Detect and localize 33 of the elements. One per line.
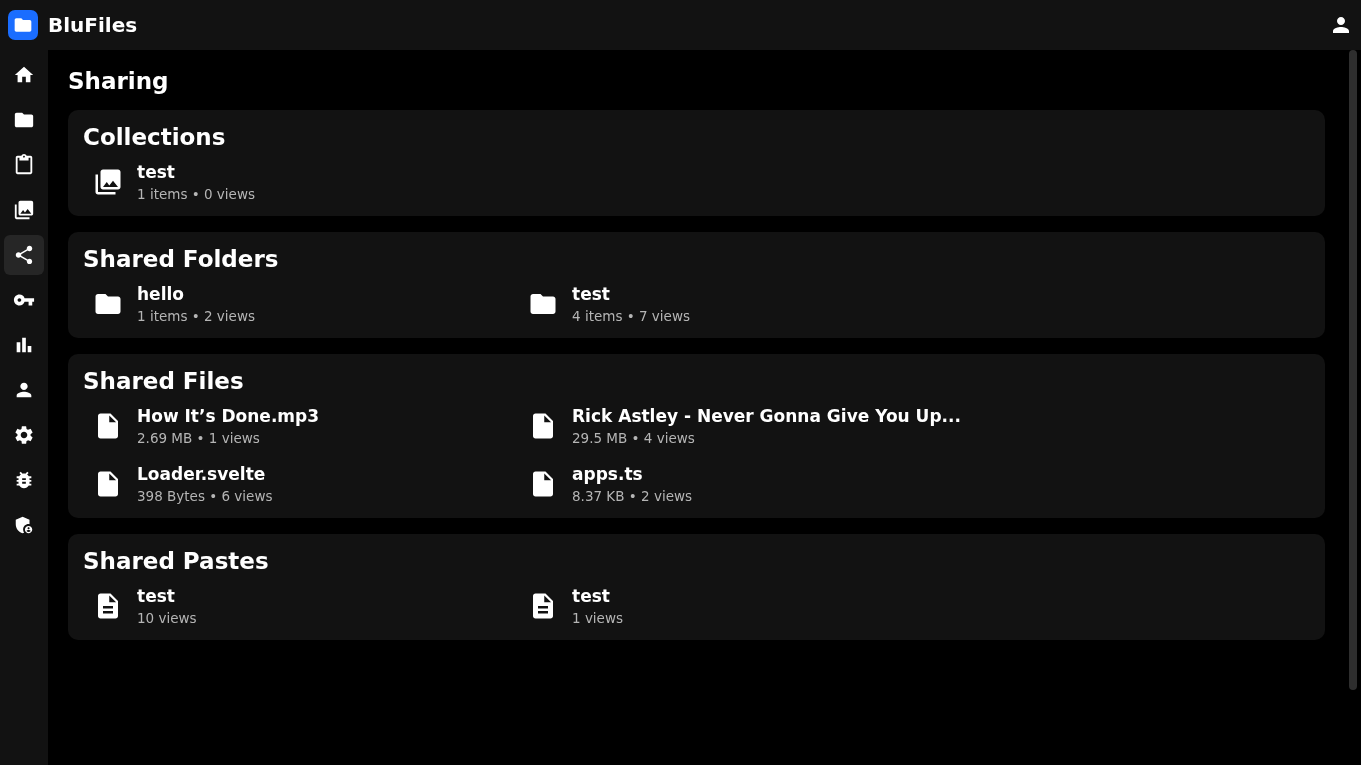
images-icon	[13, 199, 35, 221]
item-name[interactable]: test	[137, 586, 197, 606]
item-meta: 1 items • 0 views	[137, 186, 255, 202]
section-title: Shared Files	[83, 368, 245, 394]
item-meta: 29.5 MB • 4 views	[572, 430, 696, 446]
item-meta: 10 views	[137, 610, 197, 626]
item-meta: 8.37 KB • 2 views	[572, 488, 692, 504]
section-title: Collections	[83, 124, 227, 150]
item-meta: 1 views	[572, 610, 623, 626]
item-name[interactable]: test	[137, 162, 255, 182]
item-name[interactable]: test	[572, 586, 623, 606]
section-title: Shared Folders	[83, 246, 280, 272]
item-name[interactable]: Rick Astley - Never Gonna Give You Up...	[572, 406, 961, 426]
item-name[interactable]: Loader.svelte	[137, 464, 273, 484]
app-logo	[8, 10, 38, 40]
shield-icon	[13, 514, 35, 536]
item-name[interactable]: test	[572, 284, 690, 304]
item-name[interactable]: apps.ts	[572, 464, 692, 484]
section-title: Shared Pastes	[83, 548, 270, 574]
share-icon	[13, 244, 35, 266]
item-meta: 4 items • 7 views	[572, 308, 690, 324]
app-name: BluFiles	[48, 13, 139, 37]
page-title: Sharing	[68, 68, 170, 94]
item-meta: 1 items • 2 views	[137, 308, 255, 324]
item-meta: 2.69 MB • 1 views	[137, 430, 261, 446]
clipboard-icon	[13, 154, 35, 176]
settings-icon	[13, 424, 35, 446]
images-icon	[93, 167, 123, 197]
scrollbar[interactable]	[1349, 50, 1357, 690]
item-name[interactable]: hello	[137, 284, 255, 304]
item-meta: 398 Bytes • 6 views	[137, 488, 273, 504]
sidebar-item[interactable]	[4, 235, 44, 275]
item-name[interactable]: How It’s Done.mp3	[137, 406, 320, 426]
